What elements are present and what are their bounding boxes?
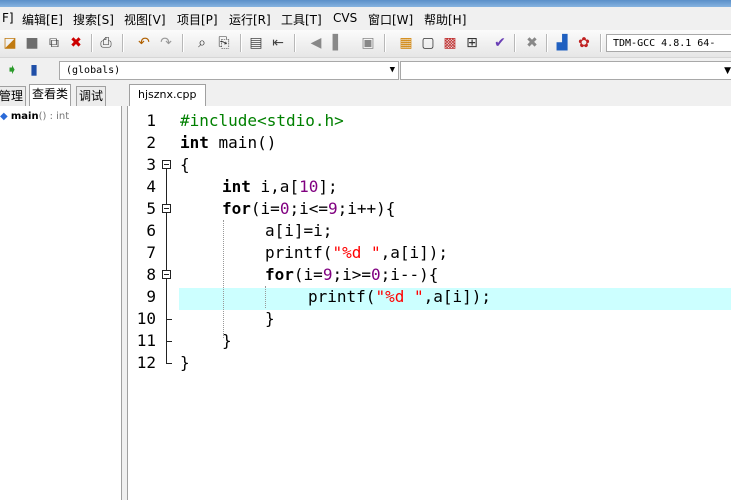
line-number: 2 bbox=[146, 133, 156, 152]
scope-select[interactable]: (globals) ▼ bbox=[59, 61, 399, 80]
find-icon[interactable]: ⌕ bbox=[192, 33, 212, 53]
tree-item-signature: () : int bbox=[38, 111, 70, 122]
close-file-icon[interactable]: ✖ bbox=[66, 33, 86, 53]
menu-view[interactable]: 视图[V] bbox=[124, 11, 166, 28]
code-line-9: printf("%d ",a[i]); bbox=[308, 287, 492, 306]
code-line-11: } bbox=[222, 331, 232, 350]
code-line-2: int main() bbox=[180, 133, 277, 152]
stop-icon[interactable]: ✖ bbox=[522, 33, 542, 53]
tab-file[interactable]: hjsznx.cpp bbox=[129, 84, 206, 106]
menu-cvs[interactable]: CVS bbox=[333, 11, 357, 25]
line-number: 1 bbox=[146, 111, 156, 130]
fold-end bbox=[166, 341, 172, 342]
line-number: 7 bbox=[146, 243, 156, 262]
compiler-select[interactable]: TDM-GCC 4.8.1 64- bbox=[606, 34, 731, 52]
menu-project[interactable]: 项目[P] bbox=[177, 11, 218, 28]
replace-icon[interactable]: ⎘ bbox=[214, 33, 234, 53]
fold-toggle-icon[interactable] bbox=[162, 160, 171, 169]
insert-icon[interactable]: ▮ bbox=[24, 60, 44, 80]
menu-file[interactable]: F] bbox=[2, 11, 14, 25]
line-number: 12 bbox=[136, 353, 156, 372]
tab-debug[interactable]: 调试 bbox=[76, 86, 107, 106]
menu-search[interactable]: 搜索[S] bbox=[73, 11, 114, 28]
left-panel-tabs: 管理 查看类 调试 bbox=[0, 84, 122, 106]
window-icon[interactable]: ▢ bbox=[418, 33, 438, 53]
save-icon[interactable]: ■ bbox=[22, 33, 42, 53]
indent-guide bbox=[223, 220, 224, 338]
line-number: 5 bbox=[146, 199, 156, 218]
print-icon[interactable]: ⎙ bbox=[96, 33, 116, 53]
code-line-12: } bbox=[180, 353, 190, 372]
line-number: 10 bbox=[136, 309, 156, 328]
class-browser: ◆ main() : int bbox=[0, 106, 122, 500]
class-toolbar: ➧ ▮ (globals) ▼ ▼ bbox=[0, 58, 731, 83]
code-line-1: #include<stdio.h> bbox=[180, 111, 344, 130]
unindent-icon[interactable]: ▌ bbox=[328, 33, 348, 53]
indent-guide bbox=[265, 286, 266, 308]
line-number: 9 bbox=[146, 287, 156, 306]
chart-icon[interactable]: ▟ bbox=[552, 33, 572, 53]
editor-tabs: hjsznx.cpp bbox=[123, 84, 731, 106]
code-line-5: for(i=0;i<=9;i++){ bbox=[222, 199, 396, 218]
menu-tools[interactable]: 工具[T] bbox=[281, 11, 322, 28]
code-line-6: a[i]=i; bbox=[265, 221, 333, 240]
tab-classes[interactable]: 查看类 bbox=[29, 84, 72, 106]
chevron-down-icon: ▼ bbox=[389, 65, 395, 75]
line-number: 4 bbox=[146, 177, 156, 196]
fold-end bbox=[166, 363, 172, 364]
open-project-icon[interactable]: ◪ bbox=[0, 33, 20, 53]
editor-gutter: 1 2 3 4 5 6 7 8 9 10 11 12 bbox=[128, 106, 178, 500]
line-number: 6 bbox=[146, 221, 156, 240]
undo-icon[interactable]: ↶ bbox=[134, 33, 154, 53]
tree-item-name: main bbox=[10, 111, 39, 122]
check-syntax-icon[interactable]: ✔ bbox=[490, 33, 510, 53]
chevron-down-icon: ▼ bbox=[724, 66, 731, 76]
code-editor[interactable]: 1 2 3 4 5 6 7 8 9 10 11 12 #include<stdi… bbox=[127, 106, 731, 500]
code-line-7: printf("%d ",a[i]); bbox=[265, 243, 449, 262]
menu-edit[interactable]: 编辑[E] bbox=[22, 11, 63, 28]
menu-help[interactable]: 帮助[H] bbox=[424, 11, 466, 28]
profile-icon[interactable]: ✿ bbox=[574, 33, 594, 53]
menu-run[interactable]: 运行[R] bbox=[229, 11, 271, 28]
new-class-icon[interactable]: ▦ bbox=[396, 33, 416, 53]
toggle-comment-icon[interactable]: ▣ bbox=[358, 33, 378, 53]
scope-value: (globals) bbox=[66, 65, 121, 76]
menu-window[interactable]: 窗口[W] bbox=[368, 11, 413, 28]
code-line-8: for(i=9;i>=0;i--){ bbox=[265, 265, 439, 284]
redo-icon[interactable]: ↷ bbox=[156, 33, 176, 53]
tree-item-main[interactable]: ◆ main() : int bbox=[0, 111, 69, 122]
menu-bar: F] 编辑[E] 搜索[S] 视图[V] 项目[P] 运行[R] 工具[T] C… bbox=[0, 7, 731, 29]
fold-toggle-icon[interactable] bbox=[162, 204, 171, 213]
code-line-10: } bbox=[265, 309, 275, 328]
goto-icon[interactable]: ➧ bbox=[2, 60, 22, 80]
member-select[interactable]: ▼ bbox=[400, 61, 731, 80]
window-titlebar bbox=[0, 0, 731, 7]
code-line-4: int i,a[10]; bbox=[222, 177, 338, 196]
tab-manage[interactable]: 管理 bbox=[0, 86, 27, 106]
fold-line bbox=[166, 169, 167, 363]
code-line-3: { bbox=[180, 155, 190, 174]
fold-end bbox=[166, 319, 172, 320]
line-number: 8 bbox=[146, 265, 156, 284]
fold-toggle-icon[interactable] bbox=[162, 270, 171, 279]
layout-icon[interactable]: ▩ bbox=[440, 33, 460, 53]
goto-line-icon[interactable]: ▤ bbox=[246, 33, 266, 53]
main-toolbar: ◪ ■ ⧉ ✖ ⎙ ↶ ↷ ⌕ ⎘ ▤ ⇤ ◀ ▌ ▣ ▦ ▢ ▩ ⊞ ✔ ✖ … bbox=[0, 30, 731, 58]
line-number: 3 bbox=[146, 155, 156, 174]
bookmark-icon[interactable]: ⇤ bbox=[268, 33, 288, 53]
function-icon: ◆ bbox=[0, 111, 8, 122]
indent-icon[interactable]: ◀ bbox=[306, 33, 326, 53]
grid-icon[interactable]: ⊞ bbox=[462, 33, 482, 53]
line-number: 11 bbox=[136, 331, 156, 350]
save-all-icon[interactable]: ⧉ bbox=[44, 33, 64, 53]
